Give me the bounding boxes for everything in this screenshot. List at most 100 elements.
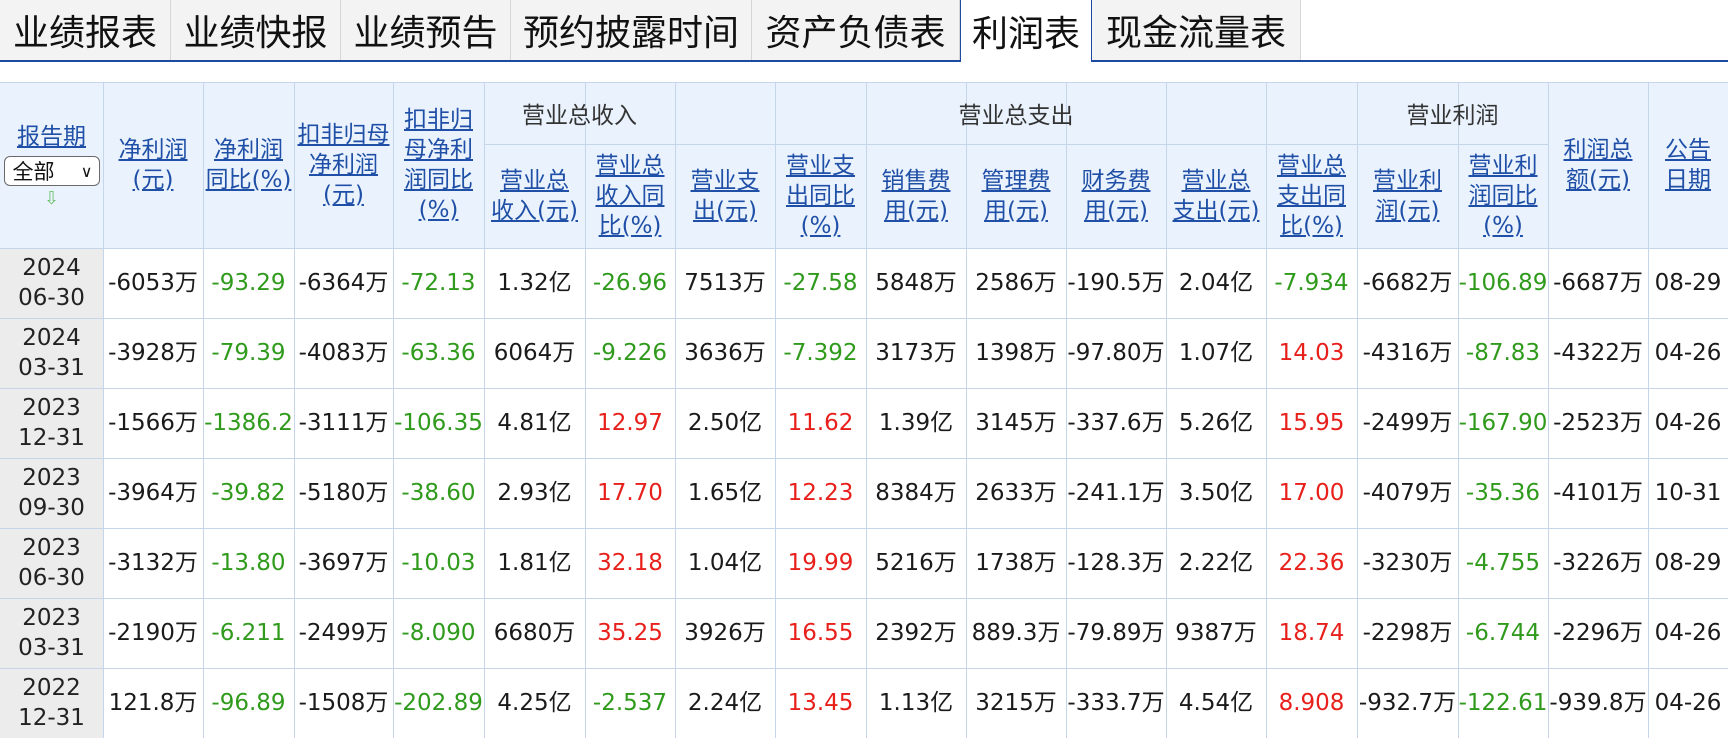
table-cell: -39.82 — [211, 480, 286, 506]
table-cell: -241.1万 — [1067, 480, 1165, 506]
table-cell: 1.04亿 — [687, 550, 763, 576]
table-cell: -1386.2 — [204, 410, 293, 436]
table-cell: 19.99 — [787, 550, 854, 576]
column-header-6: 营业支 出(元) — [675, 144, 775, 248]
table-cell: 9387万 — [1175, 620, 1257, 646]
table-cell: -939.8万 — [1549, 690, 1647, 716]
table-cell: -128.3万 — [1067, 550, 1165, 576]
column-divider — [203, 82, 204, 738]
table-cell: -2296万 — [1553, 620, 1643, 646]
group-header-label-op_profit: 营业利润 — [1406, 103, 1499, 129]
column-header-link-13[interactable]: 营业利 润(元) — [1373, 166, 1442, 226]
column-divider — [1166, 82, 1167, 738]
table-cell: -2499万 — [1362, 410, 1453, 436]
table-cell: 6680万 — [493, 620, 576, 646]
table-cell: -1566万 — [108, 410, 198, 436]
column-divider — [675, 82, 676, 738]
row-divider — [0, 318, 1728, 319]
tab-2[interactable]: 业绩预告 — [341, 0, 511, 60]
column-header-link-3[interactable]: 扣非归 母净利 润同比 (%) — [404, 105, 473, 225]
column-header-link-2[interactable]: 扣非归母 净利润 (元) — [298, 120, 390, 210]
column-header-link-15[interactable]: 利润总 额(元) — [1564, 135, 1633, 195]
row-divider — [0, 668, 1728, 669]
column-header-link-4[interactable]: 营业总 收入(元) — [491, 166, 578, 226]
table-cell: 13.45 — [787, 690, 854, 716]
table-cell: 2.93亿 — [497, 480, 572, 506]
table-cell: 16.55 — [787, 620, 854, 646]
table-cell: 121.8万 — [108, 690, 198, 716]
table-cell: 5216万 — [875, 550, 957, 576]
table-cell: -3928万 — [108, 340, 198, 366]
table-cell: -3132万 — [108, 550, 198, 576]
table-cell: -190.5万 — [1067, 270, 1165, 296]
table-cell: -26.96 — [592, 270, 668, 296]
period-sort-link[interactable]: 报告期 — [17, 122, 86, 152]
group-header-label-expense: 营业总支出 — [958, 103, 1074, 129]
column-header-link-16[interactable]: 公告 日期 — [1665, 135, 1711, 195]
column-header-link-8[interactable]: 销售费 用(元) — [882, 166, 951, 226]
table-cell: 3926万 — [684, 620, 766, 646]
table-cell: 1738万 — [975, 550, 1057, 576]
column-header-link-0[interactable]: 净利润 (元) — [119, 135, 188, 195]
tab-3[interactable]: 预约披露时间 — [511, 0, 752, 60]
table-cell: 04-26 — [1654, 690, 1722, 716]
table-cell: -4322万 — [1553, 340, 1643, 366]
table-cell: 2.22亿 — [1178, 550, 1254, 576]
table-cell: 1.07亿 — [1178, 340, 1254, 366]
row-period: 2022 12-31 — [0, 668, 103, 738]
table-cell: 32.18 — [597, 550, 663, 576]
table-cell: 2633万 — [975, 480, 1057, 506]
column-header-0: 净利润 (元) — [103, 82, 203, 248]
column-divider — [484, 82, 485, 738]
table-cell: 35.25 — [597, 620, 663, 646]
chevron-down-icon: ∨ — [80, 161, 93, 181]
table-cell: -4079万 — [1362, 480, 1453, 506]
table-cell: 2.04亿 — [1178, 270, 1254, 296]
table-cell: -9.226 — [592, 340, 668, 366]
column-header-link-9[interactable]: 管理费 用(元) — [982, 166, 1051, 226]
table-cell: 15.95 — [1278, 410, 1345, 436]
period-filter-select[interactable]: 全部 ∨ — [3, 156, 100, 186]
tab-5[interactable]: 利润表 — [960, 0, 1092, 62]
tab-1[interactable]: 业绩快报 — [171, 0, 341, 60]
column-header-link-5[interactable]: 营业总 收入同 比(%) — [596, 151, 665, 241]
table-cell: 17.00 — [1278, 480, 1345, 506]
column-header-link-11[interactable]: 营业总 支出(元) — [1173, 166, 1260, 226]
column-header-link-14[interactable]: 营业利 润同比 (%) — [1469, 151, 1538, 241]
column-header-7: 营业支 出同比 (%) — [775, 144, 866, 248]
column-divider — [1548, 82, 1549, 738]
table-cell: -2499万 — [298, 620, 389, 646]
row-divider — [0, 598, 1728, 599]
column-header-11: 营业总 支出(元) — [1166, 144, 1266, 248]
table-cell: 04-26 — [1654, 340, 1722, 366]
table-cell: 12.23 — [787, 480, 854, 506]
column-header-link-1[interactable]: 净利润 同比(%) — [206, 135, 292, 195]
column-header-2: 扣非归母 净利润 (元) — [294, 82, 393, 248]
table-cell: 08-29 — [1654, 270, 1722, 296]
tab-6[interactable]: 现金流量表 — [1092, 0, 1301, 60]
column-header-link-6[interactable]: 营业支 出(元) — [691, 166, 760, 226]
table-cell: -3230万 — [1362, 550, 1453, 576]
group-header-expense: 营业总支出 — [675, 82, 1357, 144]
table-cell: 5.26亿 — [1178, 410, 1254, 436]
table-cell: 7513万 — [684, 270, 766, 296]
column-header-link-12[interactable]: 营业总 支出同 比(%) — [1277, 151, 1346, 241]
report-tabs: 业绩报表 业绩快报 业绩预告 预约披露时间 资产负债表 利润表 现金流量表 — [0, 0, 1728, 62]
column-header-14: 营业利 润同比 (%) — [1458, 144, 1548, 248]
column-header-link-10[interactable]: 财务费 用(元) — [1082, 166, 1151, 226]
table-cell: 3636万 — [684, 340, 766, 366]
column-divider — [1266, 82, 1267, 738]
column-header-10: 财务费 用(元) — [1066, 144, 1166, 248]
column-divider — [585, 82, 586, 738]
column-divider — [1066, 82, 1067, 738]
table-cell: -6.211 — [211, 620, 286, 646]
column-header-link-7[interactable]: 营业支 出同比 (%) — [786, 151, 855, 241]
table-cell: 3.50亿 — [1178, 480, 1254, 506]
column-header-16: 公告 日期 — [1648, 82, 1728, 248]
table-cell: 2.24亿 — [687, 690, 763, 716]
table-cell: 2586万 — [975, 270, 1057, 296]
tab-4[interactable]: 资产负债表 — [752, 0, 960, 60]
tab-0[interactable]: 业绩报表 — [0, 0, 171, 60]
table-cell: 22.36 — [1278, 550, 1345, 576]
table-cell: -3964万 — [108, 480, 198, 506]
